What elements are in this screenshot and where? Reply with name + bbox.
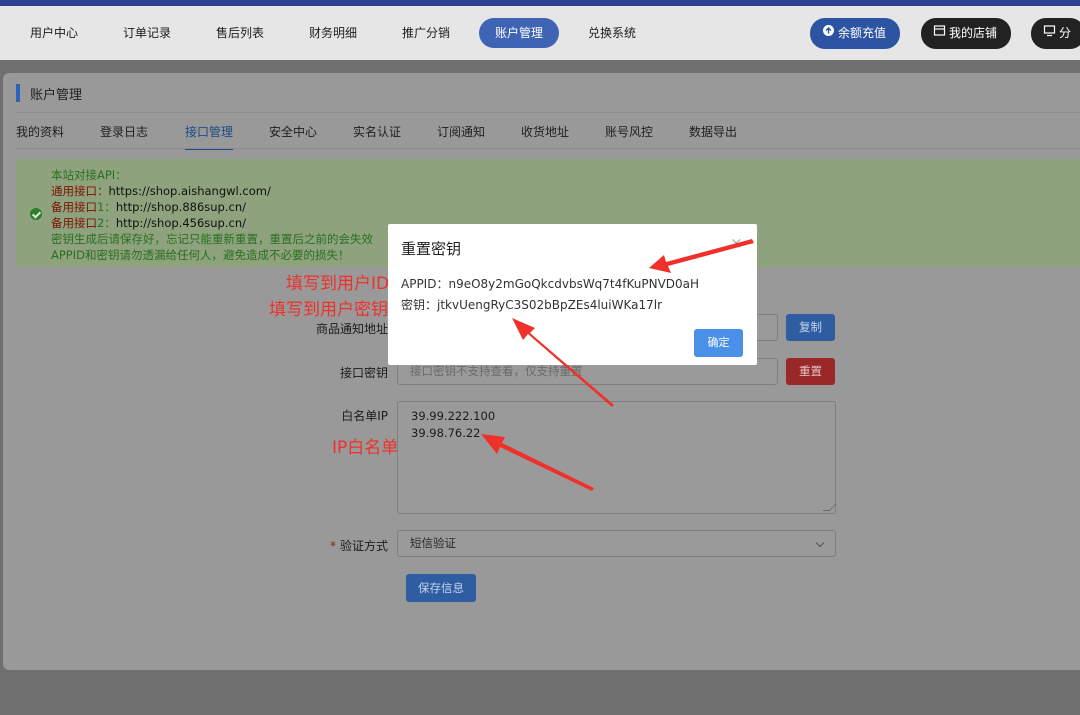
shop-icon xyxy=(933,18,946,49)
title-accent-bar xyxy=(16,84,20,102)
dialog-title: 重置密钥 xyxy=(401,240,462,258)
tab-api-management[interactable]: 接口管理 xyxy=(185,123,234,150)
whitelist-label: 白名单IP xyxy=(341,409,388,423)
success-check-icon xyxy=(30,208,42,220)
recharge-icon xyxy=(822,18,835,49)
recharge-button[interactable]: 余额充值 xyxy=(810,18,901,49)
whitelist-ip-2: 39.98.76.22 xyxy=(411,426,481,440)
tab-subscription[interactable]: 订阅通知 xyxy=(437,123,485,140)
annotation-secret: 填写到用户密钥 xyxy=(269,300,388,320)
notice-line-title: 本站对接API： xyxy=(51,168,127,182)
share-label: 分 xyxy=(1059,26,1072,40)
nav-item-orders[interactable]: 订单记录 xyxy=(123,18,171,48)
dialog-appid-line: APPID：n9eO8y2mGoQkcdvbsWq7t4fKuPNVD0aH xyxy=(401,277,700,291)
tab-divider xyxy=(16,148,1080,149)
annotation-ip-whitelist: IP白名单 xyxy=(332,438,399,458)
secret-value: jtkvUengRyC3S02bBpZEs4luiWKa17lr xyxy=(437,298,663,312)
notice-line-key-warning: 密钥生成后请保存好，忘记只能重新重置，重置后之前的会失效 xyxy=(51,232,373,246)
nav-item-user-center[interactable]: 用户中心 xyxy=(30,18,78,48)
copy-button[interactable]: 复制 xyxy=(786,314,835,341)
title-divider xyxy=(16,112,1080,113)
verify-method-value: 短信验证 xyxy=(410,536,456,550)
backup-api-2-url: http://shop.456sup.cn/ xyxy=(115,216,247,230)
api-secret-label: 接口密钥 xyxy=(339,366,388,380)
top-nav: 用户中心 订单记录 售后列表 财务明细 推广分销 账户管理 兑换系统 余额充值 … xyxy=(0,6,1080,60)
nav-item-account[interactable]: 账户管理 xyxy=(479,18,560,48)
monitor-icon xyxy=(1043,18,1056,49)
nav-item-promotion[interactable]: 推广分销 xyxy=(402,18,450,48)
nav-item-after-sales[interactable]: 售后列表 xyxy=(216,18,264,48)
reset-secret-button[interactable]: 重置 xyxy=(786,358,835,385)
whitelist-ip-textarea[interactable]: 39.99.222.100 39.98.76.22 xyxy=(397,401,837,514)
whitelist-ip-1: 39.99.222.100 xyxy=(411,409,496,423)
verify-method-select[interactable]: 短信验证 xyxy=(397,530,836,557)
tab-real-name[interactable]: 实名认证 xyxy=(353,123,401,140)
close-icon[interactable]: × xyxy=(730,236,743,251)
appid-value: n9eO8y2mGoQkcdvbsWq7t4fKuPNVD0aH xyxy=(448,277,700,291)
notice-line-backup-api-2: 备用接口2：http://shop.456sup.cn/ xyxy=(51,216,247,230)
verify-method-label: * 验证方式 xyxy=(329,539,388,553)
nav-item-finance[interactable]: 财务明细 xyxy=(309,18,357,48)
notice-line-backup-api-1: 备用接口1：http://shop.886sup.cn/ xyxy=(51,200,247,214)
backup-api-1-url: http://shop.886sup.cn/ xyxy=(115,200,247,214)
notify-url-label: 商品通知地址 xyxy=(315,322,388,336)
notice-line-main-api: 通用接口：https://shop.aishangwl.com/ xyxy=(51,184,271,198)
tab-address[interactable]: 收货地址 xyxy=(521,123,569,140)
recharge-label: 余额充值 xyxy=(838,26,887,40)
resize-handle[interactable] xyxy=(822,504,837,511)
tab-my-profile[interactable]: 我的资料 xyxy=(16,123,64,140)
tab-data-export[interactable]: 数据导出 xyxy=(689,123,737,140)
my-shop-button[interactable]: 我的店铺 xyxy=(921,18,1012,49)
main-api-url: https://shop.aishangwl.com/ xyxy=(108,184,271,198)
notice-line-privacy-warning: APPID和密钥请勿透漏给任何人，避免造成不必要的损失！ xyxy=(51,248,350,262)
my-shop-label: 我的店铺 xyxy=(949,26,998,40)
reset-secret-dialog: 重置密钥 × APPID：n9eO8y2mGoQkcdvbsWq7t4fKuPN… xyxy=(388,224,757,365)
save-info-button[interactable]: 保存信息 xyxy=(406,574,476,602)
tab-login-log[interactable]: 登录日志 xyxy=(100,123,148,140)
annotation-appid: 填写到用户ID xyxy=(286,274,390,294)
nav-item-exchange[interactable]: 兑换系统 xyxy=(588,18,636,48)
tab-security[interactable]: 安全中心 xyxy=(269,123,317,140)
chevron-down-icon xyxy=(815,538,825,548)
tab-risk-control[interactable]: 账号风控 xyxy=(605,123,653,140)
dialog-secret-line: 密钥：jtkvUengRyC3S02bBpZEs4luiWKa17lr xyxy=(401,298,663,312)
share-button[interactable]: 分 xyxy=(1031,18,1080,49)
confirm-button[interactable]: 确定 xyxy=(694,329,743,357)
page-title: 账户管理 xyxy=(30,88,83,103)
